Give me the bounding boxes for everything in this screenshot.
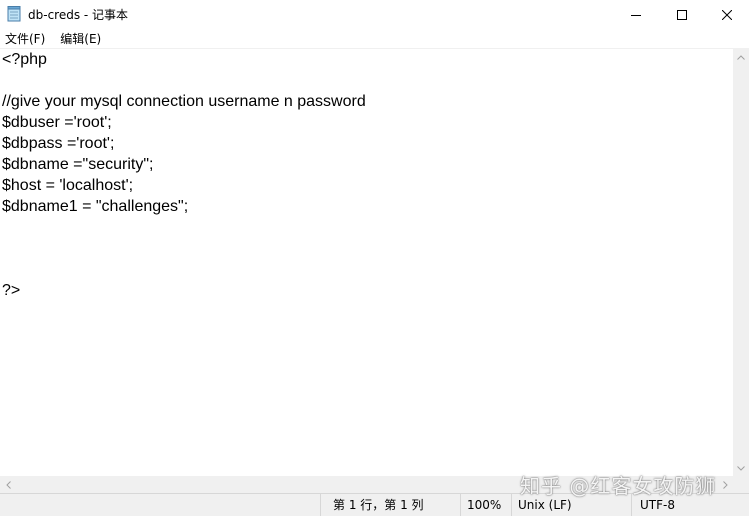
notepad-icon: [7, 6, 21, 22]
scroll-down-icon[interactable]: [733, 460, 749, 476]
editor-line: $dbpass ='root';: [2, 135, 115, 152]
close-button[interactable]: [704, 0, 749, 28]
notepad-window: db-creds - 记事本 文件(F) 编辑(E) <?php //give …: [0, 0, 749, 516]
watermark: 知乎 @红客女攻防狮: [520, 474, 717, 498]
editor-line: //give your mysql connection username n …: [2, 93, 366, 110]
minimize-button[interactable]: [613, 0, 659, 28]
close-icon: [721, 5, 733, 24]
vertical-scrollbar[interactable]: [733, 49, 749, 476]
scrollbar-corner: [733, 476, 749, 493]
editor-line: $dbuser ='root';: [2, 114, 112, 131]
menu-edit[interactable]: 编辑(E): [52, 30, 108, 47]
status-cursor-position: 第 1 行，第 1 列: [320, 494, 460, 516]
editor-line: $dbname ="security";: [2, 156, 154, 173]
menu-bar: 文件(F) 编辑(E): [0, 29, 749, 48]
editor-line: ?>: [2, 282, 21, 299]
editor-line: $host = 'localhost';: [2, 177, 134, 194]
editor-line: $dbname1 = "challenges";: [2, 198, 189, 215]
scroll-up-icon[interactable]: [733, 49, 749, 65]
scroll-left-icon[interactable]: [0, 476, 16, 493]
menu-file[interactable]: 文件(F): [0, 30, 52, 47]
window-title: db-creds - 记事本: [28, 8, 129, 22]
maximize-icon: [677, 5, 687, 24]
scroll-right-icon[interactable]: [717, 476, 733, 493]
title-bar[interactable]: db-creds - 记事本: [0, 0, 749, 28]
status-zoom: 100%: [460, 494, 511, 516]
maximize-button[interactable]: [659, 0, 705, 28]
text-editor[interactable]: <?php //give your mysql connection usern…: [0, 49, 733, 476]
vertical-scroll-thumb[interactable]: [736, 67, 746, 457]
editor-line: <?php: [2, 51, 47, 68]
minimize-icon: [631, 5, 641, 24]
